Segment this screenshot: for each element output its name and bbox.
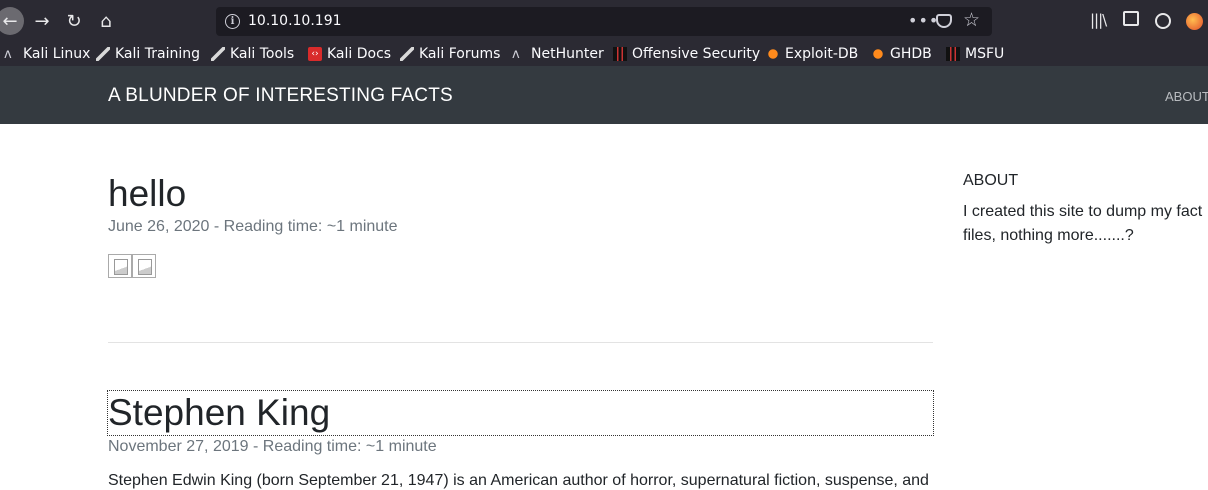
bookmark-label: Exploit-DB bbox=[785, 46, 859, 62]
post-divider bbox=[108, 342, 933, 343]
post-excerpt: Stephen Edwin King (born September 21, 1… bbox=[108, 472, 929, 489]
page-actions-icon[interactable]: ••• bbox=[908, 11, 939, 30]
bookmark-label: Kali Linux bbox=[23, 46, 91, 62]
bookmarks-toolbar: ᴧ Kali Linux Kali Training Kali Tools ‹› K… bbox=[0, 42, 1208, 66]
bookmark-label: MSFU bbox=[965, 46, 1005, 62]
pocket-icon[interactable] bbox=[936, 14, 952, 28]
site-navbar: A BLUNDER OF INTERESTING FACTS ABOUT bbox=[0, 66, 1208, 124]
kali-docs-icon: ‹› bbox=[308, 47, 322, 61]
post-meta: November 27, 2019 - Reading time: ~1 min… bbox=[108, 438, 437, 456]
broken-image-icon bbox=[132, 254, 156, 278]
bookmark-ghdb[interactable]: GHDB bbox=[871, 45, 932, 63]
broken-image-icon bbox=[108, 254, 132, 278]
bookmark-kali-docs[interactable]: ‹› Kali Docs bbox=[308, 45, 391, 63]
post-title-link[interactable]: Stephen King bbox=[108, 392, 330, 434]
home-icon[interactable]: ⌂ bbox=[92, 7, 120, 35]
bookmark-label: GHDB bbox=[890, 46, 932, 62]
bookmark-msfu[interactable]: MSFU bbox=[946, 45, 1004, 63]
bookmark-star-icon[interactable]: ☆ bbox=[963, 9, 980, 31]
kali-knife-icon bbox=[96, 47, 110, 61]
bookmark-label: Offensive Security bbox=[632, 46, 761, 62]
bookmark-label: Kali Docs bbox=[327, 46, 392, 62]
offsec-icon bbox=[613, 47, 627, 61]
post-reading-time: - Reading time: ~1 minute bbox=[252, 438, 437, 455]
bookmark-label: Kali Training bbox=[115, 46, 200, 62]
kali-dragon-icon: ᴧ bbox=[512, 47, 520, 62]
post-title-link[interactable]: hello bbox=[108, 173, 186, 215]
post-date: November 27, 2019 bbox=[108, 438, 249, 455]
post-date: June 26, 2020 bbox=[108, 218, 210, 235]
bookmark-label: Kali Forums bbox=[419, 46, 501, 62]
exploit-db-icon bbox=[766, 47, 780, 61]
browser-toolbar: ← → ↻ ⌂ i 10.10.10.191 ••• ☆ |||\ bbox=[0, 0, 1208, 42]
kali-knife-icon bbox=[400, 47, 414, 61]
bookmark-label: Kali Tools bbox=[230, 46, 295, 62]
bookmark-offensive-security[interactable]: Offensive Security bbox=[613, 45, 760, 63]
sidebar-about-text: I created this site to dump my fact file… bbox=[963, 203, 1203, 244]
bookmark-label: NetHunter bbox=[531, 46, 604, 62]
forward-arrow-icon[interactable]: → bbox=[28, 7, 56, 35]
library-icon[interactable]: |||\ bbox=[1090, 11, 1107, 29]
bookmark-nethunter[interactable]: ᴧ NetHunter bbox=[512, 45, 604, 63]
post-reading-time: - Reading time: ~1 minute bbox=[213, 218, 398, 235]
nav-about-link[interactable]: ABOUT bbox=[1165, 89, 1208, 104]
sidebar-toggle-icon[interactable] bbox=[1123, 11, 1139, 26]
account-icon[interactable] bbox=[1155, 13, 1171, 29]
bookmark-exploit-db[interactable]: Exploit-DB bbox=[766, 45, 858, 63]
site-brand-link[interactable]: A BLUNDER OF INTERESTING FACTS bbox=[108, 85, 453, 107]
bookmark-kali-forums[interactable]: Kali Forums bbox=[400, 45, 500, 63]
bookmark-kali-training[interactable]: Kali Training bbox=[96, 45, 200, 63]
offsec-icon bbox=[946, 47, 960, 61]
address-bar[interactable]: i 10.10.10.191 ••• ☆ bbox=[216, 7, 992, 36]
reload-icon[interactable]: ↻ bbox=[60, 7, 88, 35]
exploit-db-icon bbox=[871, 47, 885, 61]
kali-dragon-icon: ᴧ bbox=[4, 47, 12, 62]
back-arrow-icon[interactable]: ← bbox=[0, 7, 24, 35]
site-info-icon[interactable]: i bbox=[225, 14, 240, 29]
extension-icon[interactable] bbox=[1186, 13, 1203, 30]
sidebar-about-heading: ABOUT bbox=[963, 172, 1019, 189]
bookmark-kali-tools[interactable]: Kali Tools bbox=[211, 45, 294, 63]
kali-knife-icon bbox=[211, 47, 225, 61]
url-text[interactable]: 10.10.10.191 bbox=[248, 13, 342, 29]
bookmark-kali-linux[interactable]: ᴧ Kali Linux bbox=[4, 45, 90, 63]
post-meta: June 26, 2020 - Reading time: ~1 minute bbox=[108, 218, 398, 236]
